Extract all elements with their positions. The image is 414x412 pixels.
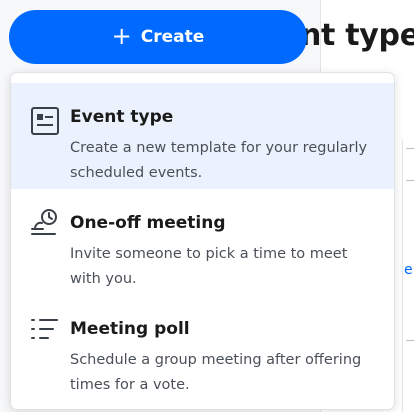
page-title-partial: nt type [300, 18, 414, 53]
menu-item-description: Invite someone to pick a time to meet wi… [70, 246, 348, 287]
menu-item-description: Schedule a group meeting after offering … [70, 352, 362, 393]
content-divider [406, 148, 414, 149]
menu-item-description: Create a new template for your regularly… [70, 140, 368, 181]
content-divider [406, 180, 414, 181]
one-off-meeting-icon [29, 207, 61, 239]
menu-item-title: Event type [70, 107, 174, 127]
content-link-partial[interactable]: e [404, 262, 413, 278]
content-divider [406, 340, 414, 341]
plus-icon: + [111, 22, 132, 50]
create-dropdown-menu: Event type Create a new template for you… [10, 72, 395, 410]
event-type-icon [29, 105, 61, 137]
create-button[interactable]: + Create [9, 10, 307, 64]
menu-item-title: Meeting poll [70, 319, 190, 339]
create-button-label: Create [140, 27, 205, 47]
menu-item-one-off-meeting[interactable]: One-off meeting Invite someone to pick a… [11, 189, 394, 295]
meeting-poll-icon [29, 313, 61, 345]
menu-item-title: One-off meeting [70, 213, 226, 233]
menu-item-meeting-poll[interactable]: Meeting poll Schedule a group meeting af… [11, 295, 394, 401]
menu-item-event-type[interactable]: Event type Create a new template for you… [11, 83, 394, 189]
